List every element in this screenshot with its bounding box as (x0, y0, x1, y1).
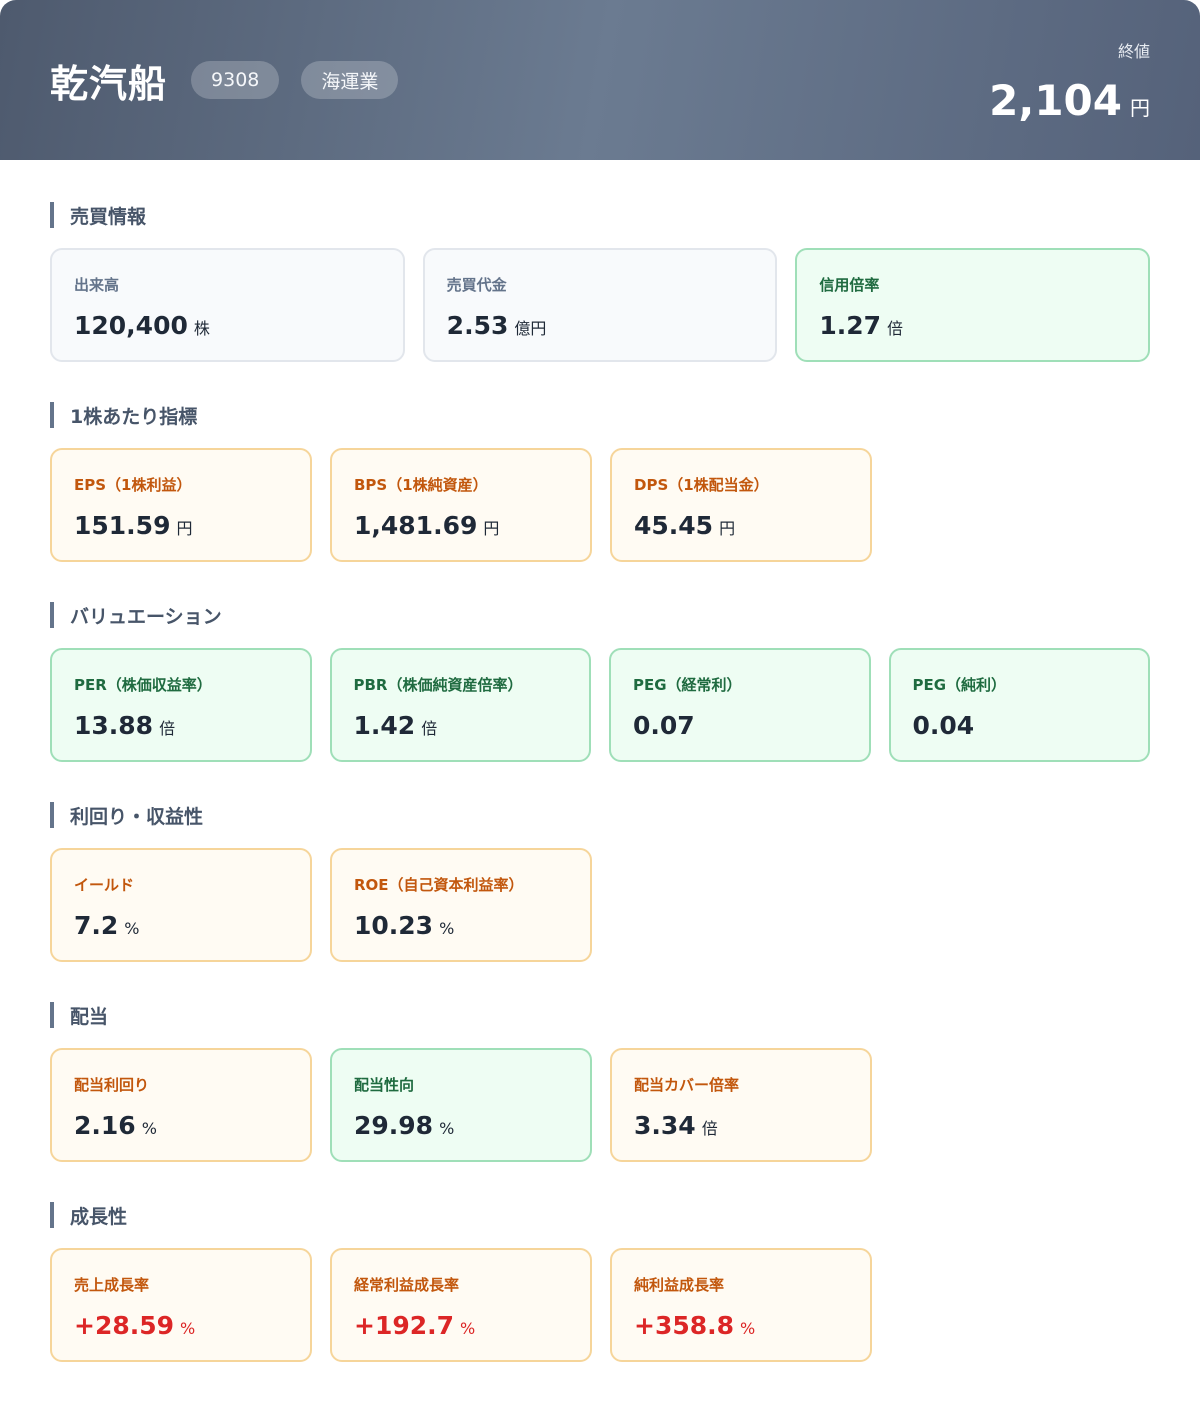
card-roe: ROE（自己資本利益率） 10.23 % (330, 848, 592, 962)
card-unit: 倍 (701, 1119, 718, 1138)
card-net-profit-growth: 純利益成長率 +358.8 % (610, 1248, 872, 1362)
card-label: BPS（1株純資産） (354, 476, 488, 494)
industry-badge: 海運業 (301, 61, 399, 99)
card-pbr: PBR（株価純資産倍率） 1.42 倍 (329, 648, 591, 762)
section-trading: 売買情報 出来高 120,400 株 売買代金 2.53 億円 信用倍率 1.2… (50, 202, 1151, 362)
closing-price-value: 2,104 (989, 76, 1122, 125)
card-value: 3.34 (634, 1111, 696, 1140)
card-label: 配当カバー倍率 (634, 1076, 740, 1094)
card-label: 売買代金 (446, 276, 507, 294)
metrics-content: 売買情報 出来高 120,400 株 売買代金 2.53 億円 信用倍率 1.2… (0, 202, 1200, 1362)
card-value: 2.53 (446, 311, 509, 340)
card-peg-ordinary: PEG（経常利） 0.07 (609, 648, 871, 762)
card-value: 7.2 (74, 911, 119, 940)
section-dividend: 配当 配当利回り 2.16 % 配当性向 29.98 % 配当カバー倍率 3.3… (50, 1002, 1150, 1162)
card-value: +28.59 (74, 1311, 175, 1340)
card-value: 120,400 (74, 311, 188, 340)
card-unit: 円 (483, 519, 500, 538)
company-name: 乾汽船 (50, 61, 168, 106)
card-value: 1,481.69 (354, 511, 478, 540)
card-unit: % (141, 1119, 157, 1138)
card-unit: 倍 (887, 319, 904, 338)
card-label: EPS（1株利益） (74, 476, 192, 494)
card-label: PER（株価収益率） (74, 676, 212, 694)
card-unit: 円 (176, 519, 193, 538)
card-peg-net: PEG（純利） 0.04 (888, 648, 1150, 762)
card-sales-growth: 売上成長率 +28.59 % (50, 1248, 312, 1362)
card-dividend-cover: 配当カバー倍率 3.34 倍 (610, 1048, 872, 1162)
card-label: 純利益成長率 (634, 1276, 725, 1294)
stock-header: 乾汽船 9308 海運業 終値 2,104 円 (0, 0, 1200, 160)
card-trading-value: 売買代金 2.53 億円 (422, 248, 778, 362)
card-unit: 株 (193, 319, 210, 338)
card-label: 経常利益成長率 (354, 1276, 460, 1294)
card-unit: 円 (719, 519, 736, 538)
card-eps: EPS（1株利益） 151.59 円 (50, 448, 312, 562)
card-value: 151.59 (74, 511, 171, 540)
card-value: 10.23 (354, 911, 434, 940)
card-value: +192.7 (354, 1311, 455, 1340)
card-value: 1.27 (819, 311, 882, 340)
section-title: 配当 (50, 1002, 1150, 1028)
card-label: ROE（自己資本利益率） (354, 876, 524, 894)
card-label: 出来高 (74, 276, 120, 294)
card-unit: % (740, 1319, 756, 1338)
section-title: バリュエーション (50, 602, 1150, 628)
section-title: 売買情報 (50, 202, 1150, 228)
card-payout-ratio: 配当性向 29.98 % (330, 1048, 592, 1162)
card-value: 13.88 (74, 711, 154, 740)
card-label: PBR（株価純資産倍率） (353, 676, 523, 694)
section-yield: 利回り・収益性 イールド 7.2 % ROE（自己資本利益率） 10.23 % (50, 802, 1150, 962)
card-value: 29.98 (354, 1111, 434, 1140)
card-value: 0.04 (912, 711, 975, 740)
card-ordinary-profit-growth: 経常利益成長率 +192.7 % (330, 1248, 592, 1362)
card-volume: 出来高 120,400 株 (50, 248, 405, 362)
card-value: 0.07 (633, 711, 695, 740)
section-growth: 成長性 売上成長率 +28.59 % 経常利益成長率 +192.7 % 純利益成… (50, 1202, 1150, 1362)
section-valuation: バリュエーション PER（株価収益率） 13.88 倍 PBR（株価純資産倍率）… (50, 602, 1150, 762)
card-value: 2.16 (74, 1111, 136, 1140)
card-label: 売上成長率 (74, 1276, 150, 1294)
card-unit: % (439, 919, 455, 938)
section-title: 1株あたり指標 (50, 402, 1150, 428)
section-per-share: 1株あたり指標 EPS（1株利益） 151.59 円 BPS（1株純資産） 1,… (50, 402, 1150, 562)
card-earnings-yield: イールド 7.2 % (50, 848, 312, 962)
stock-code-badge: 9308 (191, 61, 280, 99)
card-label: 配当性向 (354, 1076, 415, 1094)
card-label: PEG（経常利） (633, 676, 742, 694)
card-value: 1.42 (353, 711, 416, 740)
card-label: DPS（1株配当金） (634, 476, 769, 494)
card-unit: 倍 (421, 719, 438, 738)
card-per: PER（株価収益率） 13.88 倍 (50, 648, 312, 762)
card-unit: % (180, 1319, 196, 1338)
card-dividend-yield: 配当利回り 2.16 % (50, 1048, 312, 1162)
closing-price-unit: 円 (1130, 96, 1150, 120)
card-label: 配当利回り (74, 1076, 150, 1094)
closing-price: 終値 2,104 円 (989, 38, 1150, 125)
card-dps: DPS（1株配当金） 45.45 円 (610, 448, 872, 562)
card-value: 45.45 (634, 511, 714, 540)
closing-price-label: 終値 (1117, 42, 1150, 61)
card-unit: % (439, 1119, 455, 1138)
card-label: イールド (74, 876, 135, 894)
card-margin-ratio: 信用倍率 1.27 倍 (795, 248, 1151, 362)
card-unit: % (460, 1319, 476, 1338)
section-title: 利回り・収益性 (50, 802, 1150, 828)
card-label: 信用倍率 (819, 276, 880, 294)
card-bps: BPS（1株純資産） 1,481.69 円 (330, 448, 592, 562)
card-value: +358.8 (634, 1311, 735, 1340)
section-title: 成長性 (50, 1202, 1150, 1228)
card-label: PEG（純利） (912, 676, 1007, 694)
card-unit: 倍 (159, 719, 176, 738)
card-unit: % (124, 919, 140, 938)
card-unit: 億円 (514, 319, 547, 338)
